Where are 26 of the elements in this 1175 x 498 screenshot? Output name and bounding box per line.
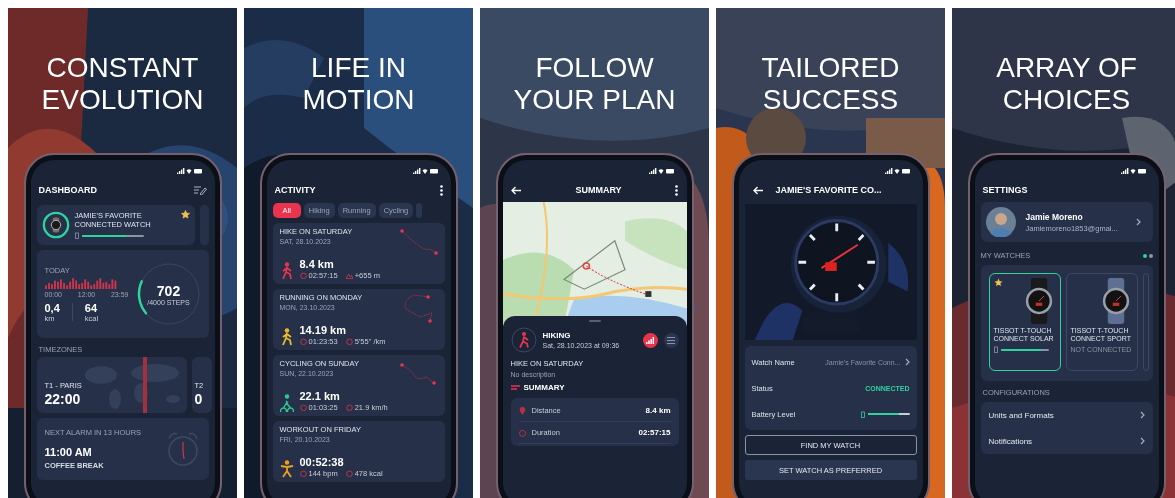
activity-value: 00:52:38 bbox=[299, 456, 345, 468]
timezone-time: 0 bbox=[194, 391, 204, 407]
signal-wifi-battery-icon bbox=[412, 168, 439, 174]
timer-icon bbox=[299, 404, 307, 411]
screen-title: ACTIVITY bbox=[274, 185, 316, 195]
distance-value: 0,4 bbox=[44, 301, 60, 314]
timezone-time: 22:00 bbox=[44, 391, 82, 407]
steps-count: 702 bbox=[156, 282, 181, 299]
alarm-time: 11:00 AM bbox=[44, 446, 93, 458]
calories-value: 64 bbox=[84, 301, 99, 314]
watch-icon bbox=[41, 211, 70, 239]
screen-title: DASHBOARD bbox=[38, 185, 97, 195]
activity-value: 22.1 km bbox=[299, 390, 341, 402]
edit-list-icon[interactable] bbox=[192, 185, 207, 195]
headline: LIFE IN MOTION bbox=[302, 52, 415, 116]
timer-icon bbox=[299, 272, 307, 279]
activity-value: 14.19 km bbox=[299, 324, 347, 336]
signal-wifi-battery-icon bbox=[176, 168, 203, 174]
star-icon[interactable] bbox=[180, 210, 190, 219]
card-background bbox=[416, 203, 423, 218]
activity-value: 8.4 km bbox=[299, 258, 335, 270]
timer-icon bbox=[299, 338, 307, 345]
more-options-icon[interactable] bbox=[439, 184, 443, 196]
mountain-icon bbox=[345, 272, 353, 279]
battery-icon bbox=[74, 232, 79, 239]
headline: CONSTANT EVOLUTION bbox=[41, 52, 204, 116]
